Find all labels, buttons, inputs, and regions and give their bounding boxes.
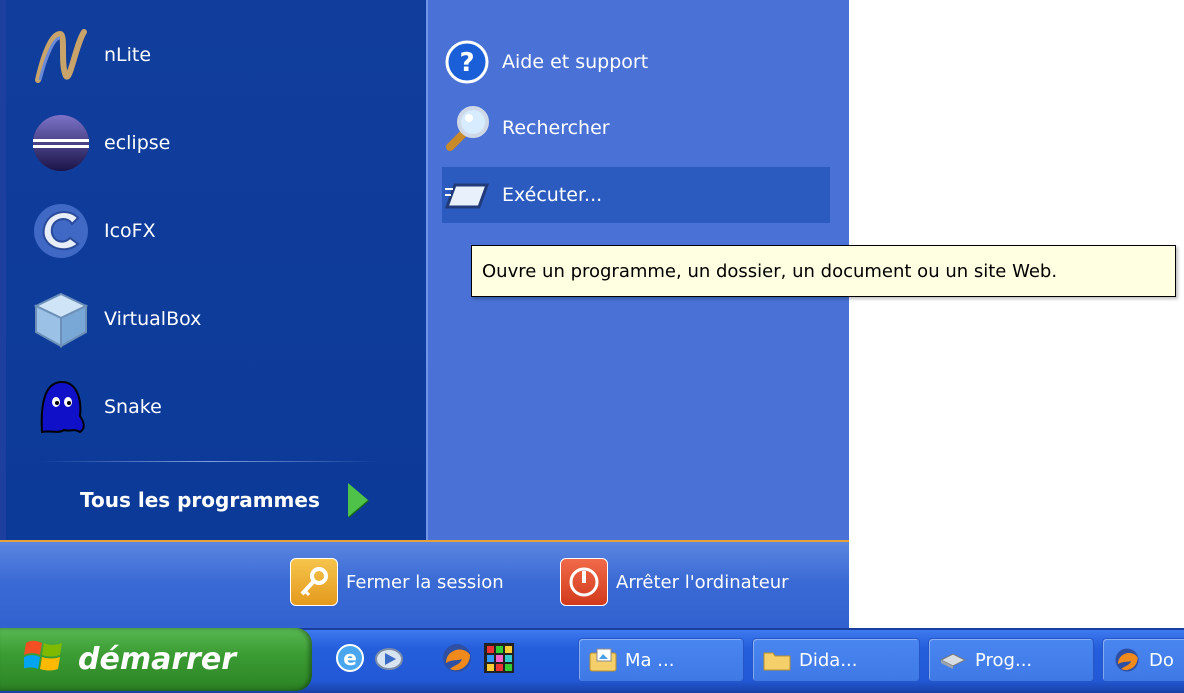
shutdown-button[interactable]: Arrêter l'ordinateur: [560, 556, 789, 608]
media-player-icon[interactable]: [372, 641, 406, 675]
program-label: VirtualBox: [104, 308, 202, 330]
program-item-snake[interactable]: Snake: [30, 372, 162, 442]
taskbar-button-pictures[interactable]: Ma ...: [578, 638, 744, 682]
search-icon: [442, 103, 492, 153]
search-label: Rechercher: [502, 117, 610, 139]
program-label: eclipse: [104, 132, 171, 154]
power-icon: [560, 558, 608, 606]
run-item[interactable]: Exécuter...: [442, 167, 830, 223]
run-icon: [442, 170, 492, 220]
color-grid-icon[interactable]: [482, 641, 516, 675]
firefox-icon: [1113, 646, 1141, 674]
taskbar-button-firefox[interactable]: Do: [1102, 638, 1184, 682]
all-programs-button[interactable]: Tous les programmes: [80, 478, 368, 522]
program-item-icofx[interactable]: IcoFX: [30, 196, 156, 266]
help-and-support-item[interactable]: ? Aide et support: [442, 34, 648, 90]
separator: [40, 461, 380, 462]
program-item-virtualbox[interactable]: VirtualBox: [30, 284, 201, 354]
run-label: Exécuter...: [502, 184, 603, 206]
help-icon: ?: [442, 37, 492, 87]
svg-text:?: ?: [459, 48, 474, 78]
start-label: démarrer: [78, 642, 237, 677]
program-label: Snake: [104, 396, 162, 418]
task-label: Dida...: [799, 649, 858, 671]
search-item[interactable]: Rechercher: [442, 100, 610, 156]
svg-text:e: e: [343, 646, 357, 670]
taskbar-button-folder[interactable]: Dida...: [752, 638, 920, 682]
windows-flag-icon: [22, 637, 64, 683]
folder-pictures-icon: [589, 646, 617, 674]
ie-icon[interactable]: e: [333, 641, 367, 675]
all-programs-label: Tous les programmes: [80, 488, 320, 512]
taskbar-button-program-files[interactable]: Prog...: [928, 638, 1094, 682]
firefox-icon[interactable]: [440, 641, 474, 675]
snake-icon: [30, 376, 92, 438]
nlite-icon: [30, 24, 92, 86]
run-tooltip: Ouvre un programme, un dossier, un docum…: [471, 245, 1176, 297]
virtualbox-icon: [30, 288, 92, 350]
green-arrow-icon: [347, 483, 368, 517]
program-item-nlite[interactable]: nLite: [30, 20, 151, 90]
tooltip-text: Ouvre un programme, un dossier, un docum…: [482, 260, 1058, 282]
program-label: IcoFX: [104, 220, 156, 242]
logoff-button[interactable]: Fermer la session: [290, 556, 504, 608]
logoff-label: Fermer la session: [346, 571, 504, 593]
task-label: Prog...: [975, 649, 1033, 671]
task-label: Do: [1149, 649, 1174, 671]
icofx-icon: [30, 200, 92, 262]
start-button[interactable]: démarrer: [0, 628, 312, 691]
program-label: nLite: [104, 44, 152, 66]
task-label: Ma ...: [625, 649, 675, 671]
help-label: Aide et support: [502, 51, 649, 73]
key-icon: [290, 558, 338, 606]
program-item-eclipse[interactable]: eclipse: [30, 108, 170, 178]
shutdown-label: Arrêter l'ordinateur: [616, 571, 789, 593]
eclipse-icon: [30, 112, 92, 174]
folder-icon: [763, 646, 791, 674]
drive-icon: [939, 646, 967, 674]
